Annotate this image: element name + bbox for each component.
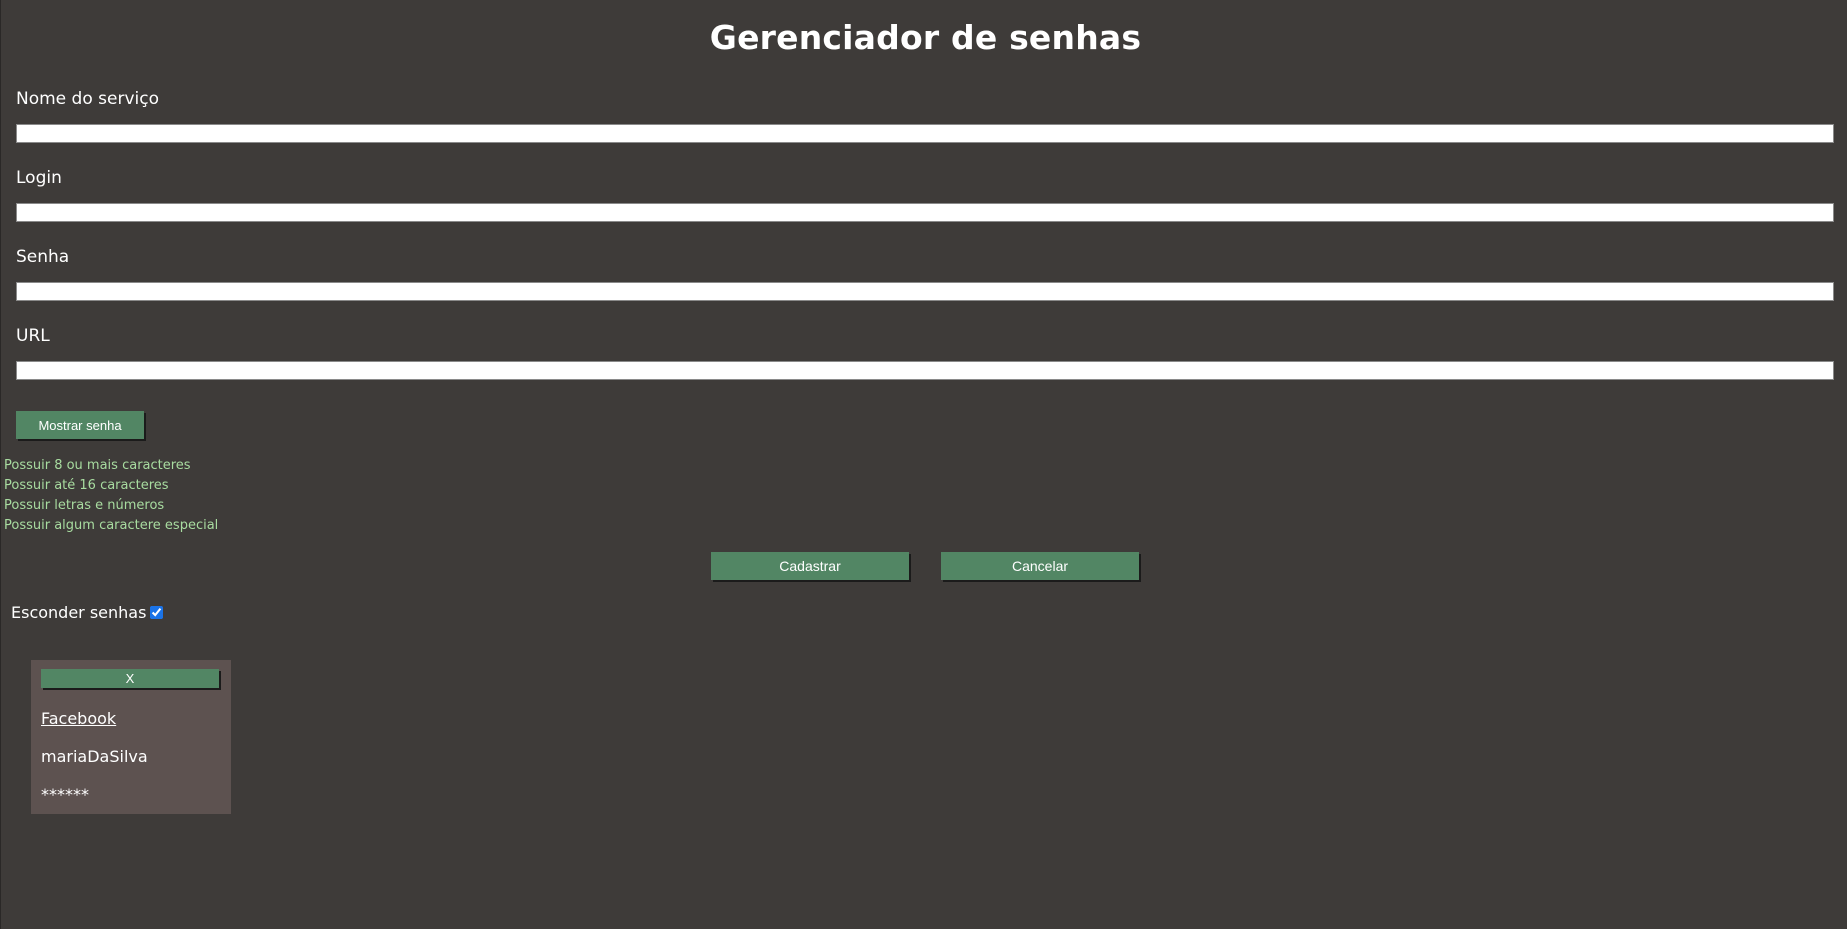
password-rule: Possuir letras e números	[4, 498, 165, 513]
login-label: Login	[16, 168, 62, 188]
password-rule: Possuir 8 ou mais caracteres	[4, 458, 191, 473]
service-name-label: Nome do serviço	[16, 89, 159, 109]
password-label: Senha	[16, 247, 70, 267]
password-rule: Possuir até 16 caracteres	[4, 478, 169, 493]
hide-passwords-checkbox[interactable]	[150, 606, 163, 619]
cancel-button[interactable]: Cancelar	[941, 552, 1139, 580]
register-button[interactable]: Cadastrar	[711, 552, 909, 580]
password-input[interactable]	[16, 282, 1834, 301]
url-input[interactable]	[16, 361, 1834, 380]
entry-service-link[interactable]: Facebook	[41, 709, 116, 728]
page-left-border	[0, 0, 1, 929]
login-input[interactable]	[16, 203, 1834, 222]
hide-passwords-label: Esconder senhas	[11, 603, 147, 622]
page-title: Gerenciador de senhas	[709, 18, 1142, 57]
service-name-input[interactable]	[16, 124, 1834, 143]
remove-entry-button[interactable]: X	[41, 669, 219, 688]
entry-login: mariaDaSilva	[41, 747, 148, 766]
show-password-button[interactable]: Mostrar senha	[16, 411, 144, 439]
password-rule: Possuir algum caractere especial	[4, 518, 219, 533]
entry-password: ******	[41, 785, 89, 804]
url-label: URL	[16, 326, 50, 346]
